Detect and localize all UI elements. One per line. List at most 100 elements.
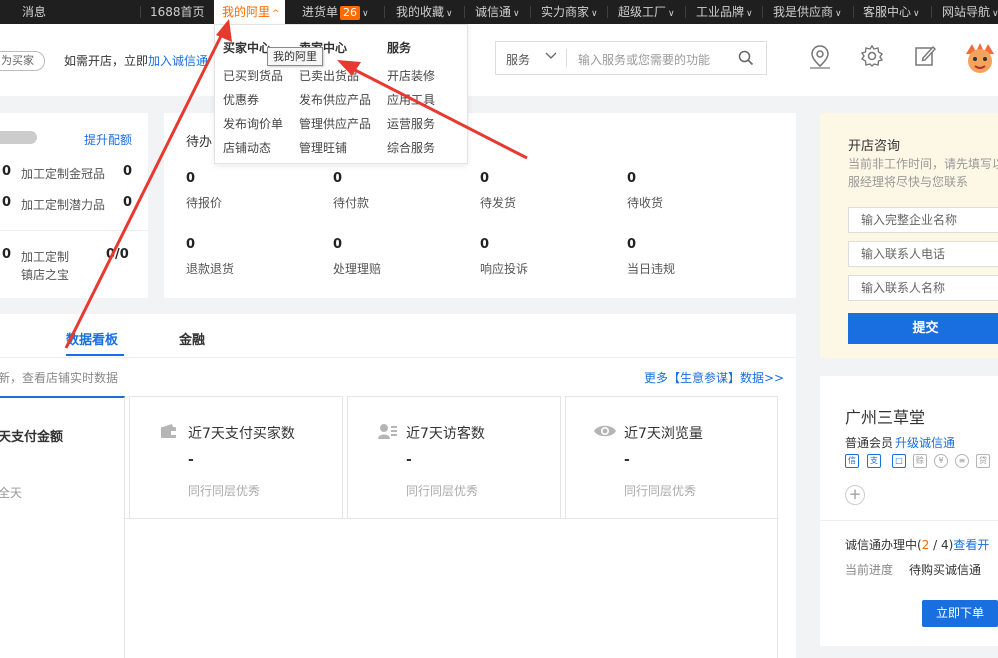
quota-label: 加工定制: [21, 250, 70, 264]
metric-card-visitors[interactable]: 近7天访客数 - 同行同层优秀: [347, 396, 561, 519]
services-heading: 服务: [387, 41, 412, 55]
shop-decoration-link[interactable]: 开店装修: [387, 67, 435, 84]
todo-label[interactable]: 处理理赔: [333, 260, 381, 277]
todo-label[interactable]: 待付款: [333, 194, 369, 211]
site-nav-label: 网站导航: [942, 5, 991, 19]
buyer-center-heading: 买家中心: [223, 41, 272, 55]
manage-shop-link[interactable]: 管理旺铺: [299, 139, 347, 156]
customer-service-menu[interactable]: 客服中心 ∨: [863, 0, 920, 24]
consult-desc-line2: 服经理将尽快与您联系: [848, 175, 969, 189]
publish-product-link[interactable]: 发布供应产品: [299, 91, 371, 108]
tab-data-dashboard[interactable]: 数据看板: [66, 329, 118, 348]
todo-count[interactable]: 0: [480, 237, 489, 252]
todo-count[interactable]: 0: [333, 171, 342, 186]
search-icon[interactable]: [738, 50, 754, 69]
service-search-box: 服务 输入服务或您需要的功能: [495, 41, 767, 75]
metric-sub: 全天: [0, 486, 23, 500]
operation-service-link[interactable]: 运营服务: [387, 115, 435, 132]
alipay-icon: 支: [867, 454, 881, 468]
add-icon[interactable]: +: [845, 485, 865, 505]
divider: [685, 6, 686, 18]
quota-value: 0: [123, 164, 133, 179]
quota-value: 0/0: [106, 247, 129, 262]
todo-label[interactable]: 退款退货: [186, 260, 234, 277]
gear-icon[interactable]: [860, 44, 884, 71]
metric-title: 天支付金额: [0, 430, 64, 445]
coupons-link[interactable]: 优惠券: [223, 91, 259, 108]
super-factory-menu[interactable]: 超级工厂 ∨: [618, 0, 675, 24]
buyer-button[interactable]: 为买家: [0, 51, 45, 71]
divider: [530, 6, 531, 18]
todo-count[interactable]: 0: [627, 237, 636, 252]
contact-name-field[interactable]: 输入联系人名称: [848, 275, 998, 301]
metric-card-payment[interactable]: 天支付金额 全天: [0, 396, 125, 519]
sold-goods-link[interactable]: 已卖出货品: [299, 67, 359, 84]
favorites-menu[interactable]: 我的收藏 ∨: [396, 0, 453, 24]
consult-desc-line1: 当前非工作时间，请先填写以: [848, 157, 998, 171]
industrial-brand-menu[interactable]: 工业品牌 ∨: [696, 0, 753, 24]
home-link[interactable]: 1688首页: [150, 0, 205, 24]
metric-title: 近7天支付买家数: [188, 426, 295, 442]
todo-label[interactable]: 当日违规: [627, 260, 675, 277]
strong-merchant-menu[interactable]: 实力商家 ∨: [541, 0, 598, 24]
messages-link[interactable]: 消息: [22, 0, 46, 24]
chengxintong-menu[interactable]: 诚信通 ∨: [475, 0, 520, 24]
quota-label: 加工定制金冠品: [21, 167, 106, 181]
edit-icon[interactable]: [913, 44, 937, 71]
metric-card-buyers[interactable]: 近7天支付买家数 - 同行同层优秀: [129, 396, 343, 519]
progress-prefix: 诚信通办理中(: [845, 538, 922, 552]
divider: [140, 6, 141, 18]
quota-label: 加工定制潜力品: [21, 198, 106, 212]
order-now-button[interactable]: 立即下单: [922, 600, 998, 627]
cart-count-badge: 26: [340, 6, 361, 20]
search-input[interactable]: 输入服务或您需要的功能: [578, 51, 710, 68]
progress-total: 4: [941, 538, 949, 552]
metric-value: -: [624, 452, 630, 468]
supplier-menu[interactable]: 我是供应商 ∨: [773, 0, 842, 24]
upgrade-chengxintong-link[interactable]: 升级诚信通: [895, 434, 955, 451]
shop-news-link[interactable]: 店铺动态: [223, 139, 271, 156]
metric-value: -: [406, 452, 412, 468]
search-category-select[interactable]: 服务: [506, 51, 530, 68]
todo-label[interactable]: 待发货: [480, 194, 516, 211]
view-progress-link[interactable]: 查看开: [953, 538, 989, 552]
submit-button[interactable]: 提交: [848, 313, 998, 344]
shop-name[interactable]: 广州三草堂: [845, 404, 925, 428]
manage-products-link[interactable]: 管理供应产品: [299, 115, 371, 132]
chevron-down-icon[interactable]: [545, 49, 557, 64]
post-inquiry-link[interactable]: 发布询价单: [223, 115, 283, 132]
active-tab-indicator: [66, 354, 124, 356]
metric-card-pageviews[interactable]: 近7天浏览量 - 同行同层优秀: [565, 396, 778, 519]
join-chengxintong-link[interactable]: 加入诚信通: [148, 54, 208, 68]
cart-label: 进货单: [302, 5, 339, 19]
my-ali-tooltip: 我的阿里: [267, 47, 323, 66]
todo-label[interactable]: 响应投诉: [480, 260, 528, 277]
more-business-data-link[interactable]: 更多【生意参谋】数据>>: [644, 369, 784, 386]
member-level: 普通会员: [845, 436, 894, 450]
upgrade-quota-link[interactable]: 提升配额: [84, 131, 132, 148]
cart-menu[interactable]: 进货单 26 ∨: [302, 0, 369, 24]
divider: [0, 357, 796, 358]
map-pin-icon[interactable]: [808, 44, 832, 73]
todo-count[interactable]: 0: [333, 237, 342, 252]
stage-label: 当前进度: [845, 563, 894, 577]
my-ali-menu[interactable]: 我的阿里 ^: [214, 0, 285, 24]
eye-icon: [593, 423, 617, 442]
todo-label[interactable]: 待收货: [627, 194, 663, 211]
bought-goods-link[interactable]: 已买到货品: [223, 67, 283, 84]
todo-count[interactable]: 0: [627, 171, 636, 186]
site-nav-menu[interactable]: 网站导航 ∨: [942, 0, 998, 24]
stage-value: 待购买诚信通: [909, 563, 982, 577]
metric-title: 近7天访客数: [406, 426, 485, 442]
contact-phone-field[interactable]: 输入联系人电话: [848, 241, 998, 267]
avatar[interactable]: [962, 40, 998, 79]
company-name-field[interactable]: 输入完整企业名称: [848, 207, 998, 233]
todo-label[interactable]: 待报价: [186, 194, 222, 211]
app-tools-link[interactable]: 应用工具: [387, 91, 435, 108]
tab-finance[interactable]: 金融: [179, 329, 205, 348]
general-service-link[interactable]: 综合服务: [387, 139, 435, 156]
divider: [0, 230, 148, 231]
todo-count[interactable]: 0: [186, 237, 195, 252]
todo-count[interactable]: 0: [480, 171, 489, 186]
todo-count[interactable]: 0: [186, 171, 195, 186]
